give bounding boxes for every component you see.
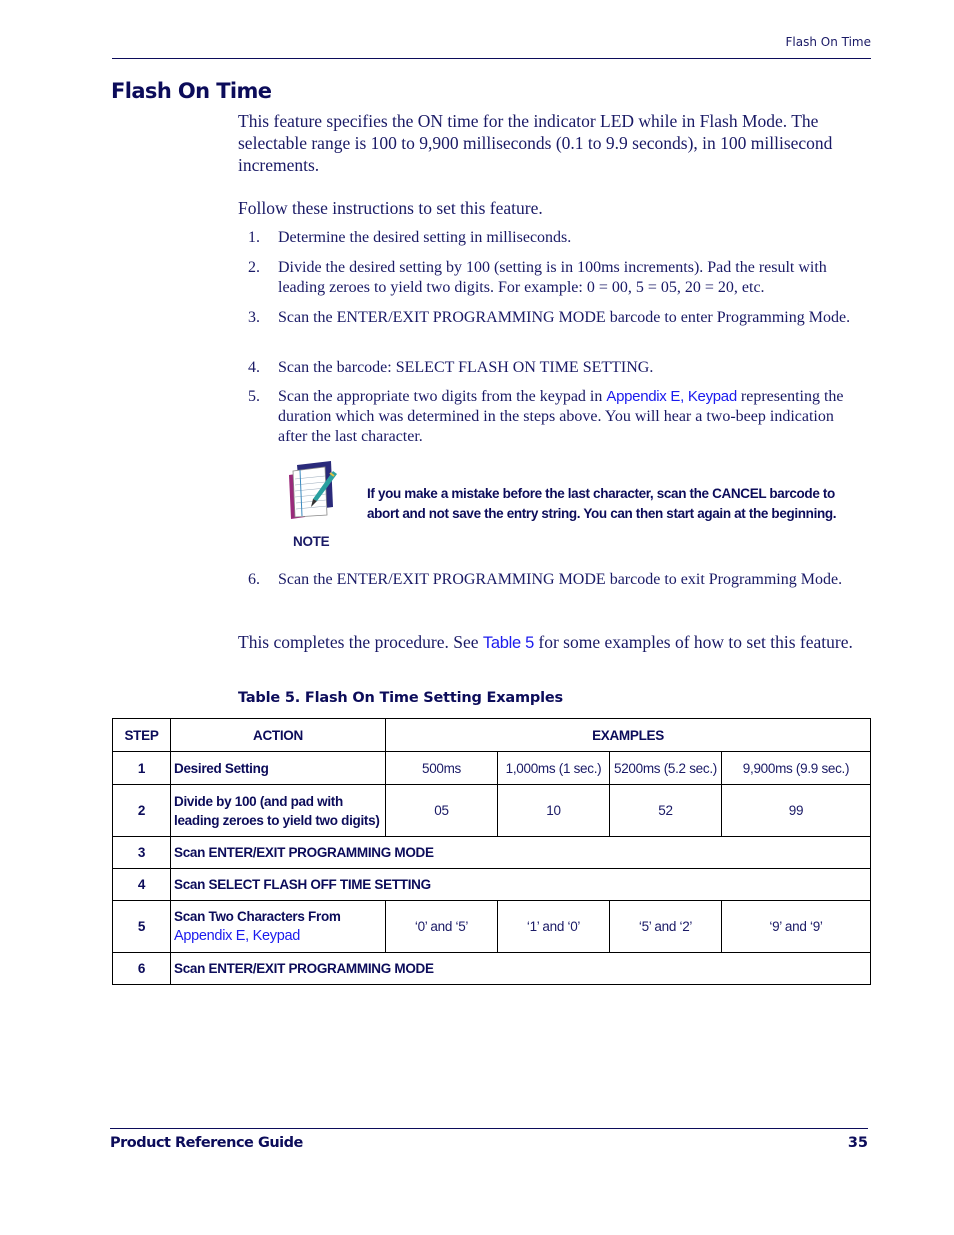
note-text: If you make a mistake before the last ch… bbox=[367, 486, 837, 521]
header-action: ACTION bbox=[170, 718, 386, 752]
example-cell: 99 bbox=[721, 784, 871, 837]
table-row: 3 Scan ENTER/EXIT PROGRAMMING MODE bbox=[112, 836, 871, 869]
step-text: Determine the desired setting in millise… bbox=[278, 229, 572, 246]
example-cell: ‘1’ and ‘0’ bbox=[497, 900, 610, 953]
example-cell: 05 bbox=[385, 784, 498, 837]
step-cell: 5 bbox=[112, 900, 171, 953]
header-step: STEP bbox=[112, 718, 171, 752]
examples-table: STEP ACTION EXAMPLES 1 Desired Setting 5… bbox=[112, 718, 871, 985]
step-cell: 4 bbox=[112, 868, 171, 901]
completion-text: This completes the procedure. See bbox=[238, 632, 483, 652]
step-text: Scan the barcode: SELECT FLASH ON TIME S… bbox=[278, 359, 654, 376]
action-text: Scan Two Characters From bbox=[174, 909, 341, 924]
step-number: 1. bbox=[248, 229, 260, 246]
instructions-lead: Follow these instructions to set this fe… bbox=[238, 198, 543, 218]
step-number: 2. bbox=[248, 259, 260, 276]
appendix-e-keypad-table-link[interactable]: Appendix E, Keypad bbox=[174, 928, 300, 944]
example-cell: ‘0’ and ‘5’ bbox=[385, 900, 498, 953]
action-cell: Scan SELECT FLASH OFF TIME SETTING bbox=[170, 868, 871, 901]
table-row: 5 Scan Two Characters From Appendix E, Ke… bbox=[112, 900, 871, 953]
action-cell: Scan Two Characters From Appendix E, Keyp… bbox=[170, 900, 386, 953]
action-cell: Divide by 100 (and pad with leading zero… bbox=[170, 784, 386, 837]
document-page: Flash On Time Flash On Time This feature… bbox=[0, 0, 954, 1235]
step-cell: 3 bbox=[112, 836, 171, 869]
footer-guide-title: Product Reference Guide bbox=[110, 1135, 303, 1151]
header-examples: EXAMPLES bbox=[385, 718, 871, 752]
step-text-part: Scan the appropriate two digits from the… bbox=[278, 388, 607, 405]
table-row: 4 Scan SELECT FLASH OFF TIME SETTING bbox=[112, 868, 871, 901]
step-cell: 6 bbox=[112, 952, 171, 985]
action-cell: Desired Setting bbox=[170, 751, 386, 785]
example-cell: 5200ms (5.2 sec.) bbox=[609, 751, 722, 785]
table-caption: Table 5. Flash On Time Setting Examples bbox=[238, 690, 563, 706]
step-cell: 2 bbox=[112, 784, 171, 837]
action-cell: Scan ENTER/EXIT PROGRAMMING MODE bbox=[170, 952, 871, 985]
example-cell: 500ms bbox=[385, 751, 498, 785]
step-number: 5. bbox=[248, 388, 260, 405]
appendix-e-keypad-link[interactable]: Appendix E, Keypad bbox=[606, 388, 737, 405]
completion-text: for some examples of how to set this fea… bbox=[534, 632, 853, 652]
step-number: 4. bbox=[248, 359, 260, 376]
example-cell: 52 bbox=[609, 784, 722, 837]
running-header: Flash On Time bbox=[785, 35, 872, 49]
note-callout: NOTE If you make a mistake before the la… bbox=[282, 458, 852, 558]
table-row: 2 Divide by 100 (and pad with leading ze… bbox=[112, 784, 871, 837]
footer-rule bbox=[110, 1128, 868, 1129]
header-rule bbox=[112, 58, 871, 59]
step-text: Scan the ENTER/EXIT PROGRAMMING MODE bar… bbox=[278, 309, 851, 326]
step-text: Scan the ENTER/EXIT PROGRAMMING MODE bar… bbox=[278, 571, 843, 588]
step-cell: 1 bbox=[112, 751, 171, 785]
step-text: Scan the appropriate two digits from the… bbox=[278, 387, 863, 447]
step-text: Divide the desired setting by 100 (setti… bbox=[278, 259, 827, 296]
example-cell: ‘9’ and ‘9’ bbox=[721, 900, 871, 953]
step-number: 3. bbox=[248, 309, 260, 326]
page-number: 35 bbox=[847, 1135, 868, 1151]
example-cell: 9,900ms (9.9 sec.) bbox=[721, 751, 871, 785]
table-5-link[interactable]: Table 5 bbox=[483, 634, 534, 652]
completion-paragraph: This completes the procedure. See Table … bbox=[238, 631, 868, 654]
table-header-row: STEP ACTION EXAMPLES bbox=[112, 718, 871, 752]
example-cell: 10 bbox=[497, 784, 610, 837]
note-pad-pen-icon bbox=[289, 461, 337, 519]
action-cell: Scan ENTER/EXIT PROGRAMMING MODE bbox=[170, 836, 871, 869]
intro-paragraph: This feature specifies the ON time for t… bbox=[238, 111, 833, 175]
section-title: Flash On Time bbox=[111, 79, 272, 103]
example-cell: ‘5’ and ‘2’ bbox=[609, 900, 722, 953]
example-cell: 1,000ms (1 sec.) bbox=[497, 751, 610, 785]
note-label: NOTE bbox=[293, 534, 330, 549]
table-row: 6 Scan ENTER/EXIT PROGRAMMING MODE bbox=[112, 952, 871, 985]
table-row: 1 Desired Setting 500ms 1,000ms (1 sec.)… bbox=[112, 751, 871, 785]
step-number: 6. bbox=[248, 571, 260, 588]
